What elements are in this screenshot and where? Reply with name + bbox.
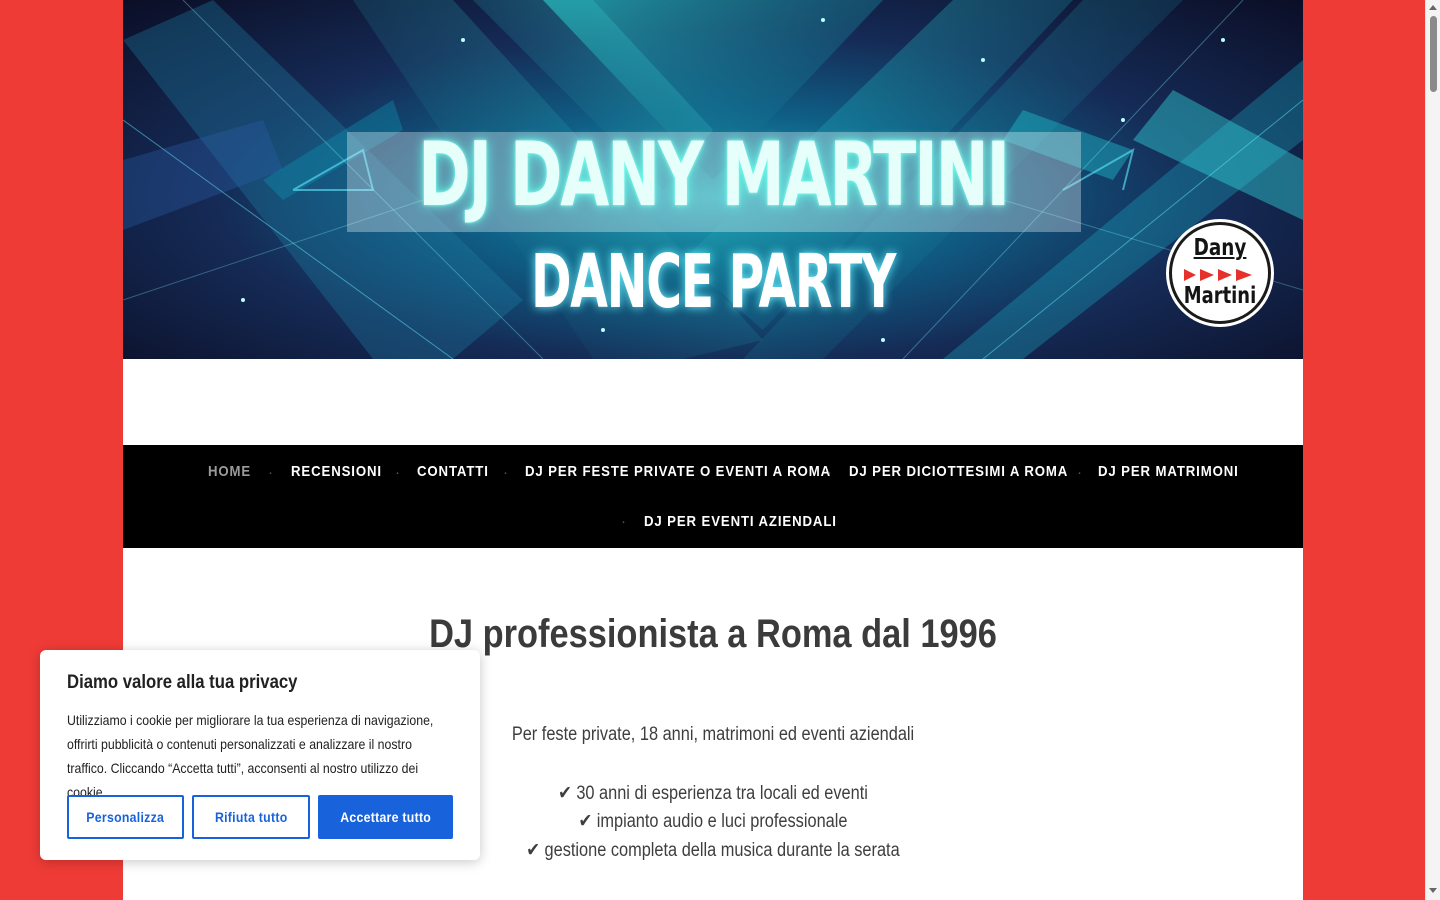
nav-item-recensioni[interactable]: RECENSIONI — [291, 463, 382, 480]
logo-text-top: Dany — [1193, 235, 1247, 261]
nav-separator: · — [827, 464, 832, 481]
nav-separator: · — [621, 513, 626, 530]
cookie-description: Utilizziamo i cookie per migliorare la t… — [67, 712, 434, 800]
accept-button-label: Accettare tutto — [340, 809, 431, 825]
scrollbar-thumb[interactable] — [1430, 16, 1437, 92]
accept-all-button[interactable]: Accettare tutto — [318, 795, 453, 839]
dany-martini-logo[interactable]: Dany Martini — [1169, 222, 1271, 324]
banner-title: DJ DANY MARTINI — [418, 123, 1010, 226]
nav-item-feste-private[interactable]: DJ PER FESTE PRIVATE O EVENTI A ROMA — [525, 463, 831, 480]
logo-text-bottom: Martini — [1183, 283, 1257, 309]
customize-button[interactable]: Personalizza — [67, 795, 184, 839]
main-navigation: HOME · RECENSIONI · CONTATTI · DJ PER FE… — [123, 445, 1303, 548]
nav-item-diciottesimi[interactable]: DJ PER DICIOTTESIMI A ROMA — [849, 463, 1068, 480]
nav-separator: · — [1077, 464, 1082, 481]
scroll-up-icon[interactable] — [1429, 5, 1437, 10]
header-banner[interactable]: DJ DANY MARTINI DANCE PARTY Dany Martini — [123, 0, 1303, 359]
cookie-title: Diamo valore alla tua privacy — [67, 672, 298, 693]
nav-separator: · — [503, 464, 508, 481]
scroll-down-icon[interactable] — [1429, 888, 1437, 893]
play-arrows-icon — [1184, 269, 1252, 281]
nav-item-contatti[interactable]: CONTATTI — [417, 463, 489, 480]
vertical-scrollbar[interactable] — [1425, 0, 1440, 900]
nav-item-eventi-aziendali[interactable]: DJ PER EVENTI AZIENDALI — [644, 513, 837, 530]
nav-item-matrimoni[interactable]: DJ PER MATRIMONI — [1098, 463, 1239, 480]
reject-button-label: Rifiuta tutto — [214, 809, 288, 825]
nav-separator: · — [268, 464, 273, 481]
banner-subtitle: DANCE PARTY — [530, 239, 896, 325]
nav-item-home[interactable]: HOME — [208, 463, 251, 480]
cookie-consent-banner: Diamo valore alla tua privacy Utilizziam… — [40, 650, 480, 860]
reject-all-button[interactable]: Rifiuta tutto — [192, 795, 310, 839]
nav-separator: · — [395, 464, 400, 481]
customize-button-label: Personalizza — [86, 809, 165, 825]
